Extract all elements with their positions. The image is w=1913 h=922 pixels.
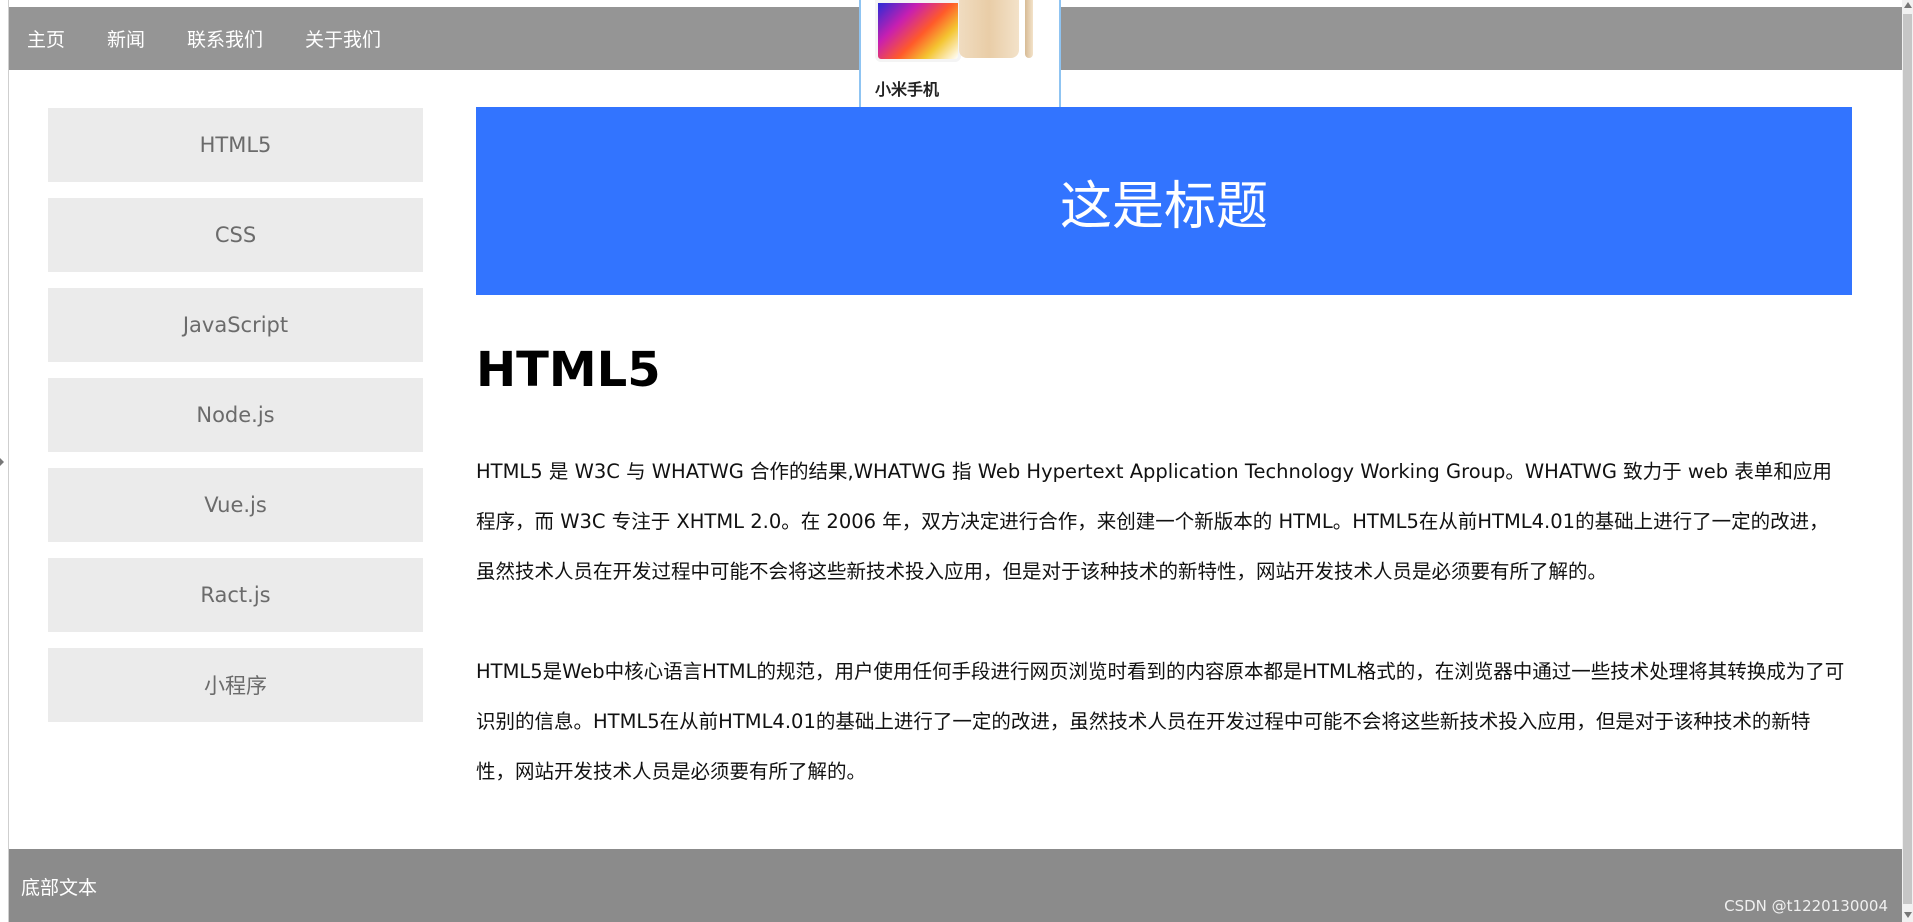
left-collapse-handle-icon[interactable] [0,458,4,466]
footer: 底部文本 CSDN @t1220130004 [9,849,1902,922]
xiaomi-phone-image [875,0,1041,62]
sidebar-item-css[interactable]: CSS [48,198,423,272]
banner: 这是标题 [476,107,1852,295]
nav-item-home[interactable]: 主页 [27,25,65,52]
watermark: CSDN @t1220130004 [1724,897,1888,915]
nav-item-about[interactable]: 关于我们 [305,25,381,52]
content-paragraph: HTML5 是 W3C 与 WHATWG 合作的结果,WHATWG 指 Web … [476,460,1832,583]
phone-edge-shape [1025,0,1033,58]
sidebar-item-ractjs[interactable]: Ract.js [48,558,423,632]
sidebar-item-vuejs[interactable]: Vue.js [48,468,423,542]
phone-screen-shape [875,0,961,62]
sidebar-item-miniprogram[interactable]: 小程序 [48,648,423,722]
sidebar-item-html5[interactable]: HTML5 [48,108,423,182]
sidebar-item-nodejs[interactable]: Node.js [48,378,423,452]
nav-item-news[interactable]: 新闻 [107,25,145,52]
scroll-thumb[interactable] [1903,14,1912,904]
phone-back-shape [959,0,1019,58]
content-paragraph: HTML5是Web中核心语言HTML的规范，用户使用任何手段进行网页浏览时看到的… [476,660,1845,783]
footer-text: 底部文本 [21,877,98,899]
nav-item-contact[interactable]: 联系我们 [187,25,263,52]
sidebar: HTML5 CSS JavaScript Node.js Vue.js Ract… [48,108,423,738]
sidebar-item-javascript[interactable]: JavaScript [48,288,423,362]
scroll-down-arrow-icon[interactable] [1904,912,1912,918]
product-name: 小米手机 [875,80,940,99]
scroll-up-arrow-icon[interactable] [1904,2,1912,8]
content-heading: HTML5 [476,342,661,398]
banner-title: 这是标题 [1059,176,1268,237]
